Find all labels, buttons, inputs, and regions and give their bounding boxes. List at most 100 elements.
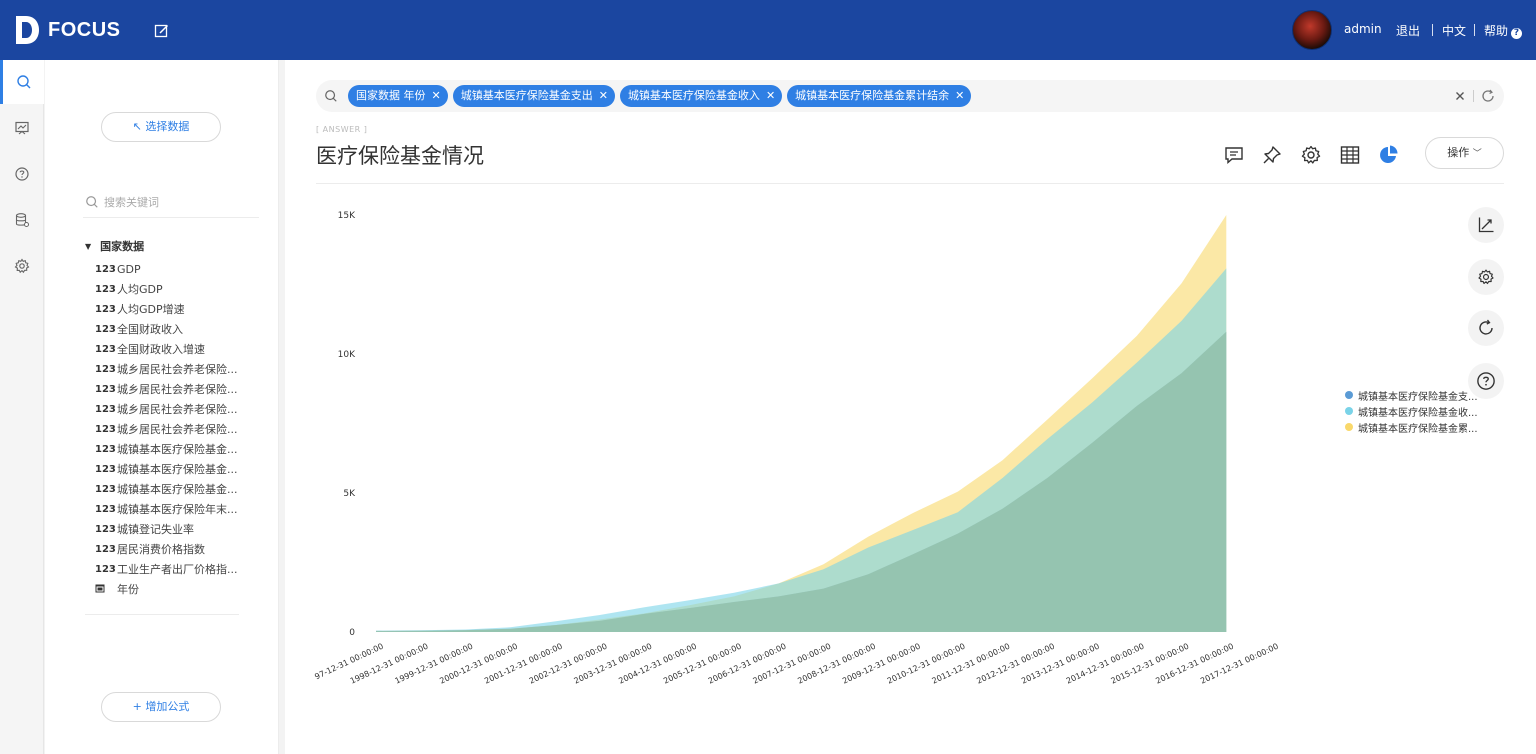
x-tick-label: 2010-12-31 00:00:00 (886, 642, 967, 686)
header-divider (1474, 24, 1475, 36)
x-tick-label: 2000-12-31 00:00:00 (438, 642, 519, 686)
question-icon (1477, 372, 1495, 390)
legend-item[interactable]: 城镇基本医疗保险基金支... (1345, 387, 1478, 403)
field-item-label: 人均GDP (117, 283, 163, 296)
legend-swatch (1345, 391, 1353, 399)
avatar[interactable] (1292, 10, 1332, 50)
help-label: 帮助 (1484, 24, 1509, 38)
pin-icon[interactable] (1261, 144, 1283, 166)
search-chips: 国家数据 年份 ✕ 城镇基本医疗保险基金支出 ✕ 城镇基本医疗保险基金收入 ✕ 城镇基本医疗… (348, 85, 976, 107)
search-icon (325, 90, 337, 102)
app-logo[interactable]: FOCUS (14, 14, 121, 46)
field-item[interactable]: 123 城镇基本医疗保险基金... (95, 439, 275, 459)
x-tick-label: 2008-12-31 00:00:00 (796, 642, 877, 686)
help-icon: ? (1511, 28, 1523, 39)
field-item[interactable]: 123 城镇基本医疗保险年末... (95, 499, 275, 519)
search-chip-label: 城镇基本医疗保险基金收入 (627, 89, 760, 102)
field-item-label: 城乡居民社会养老保险... (117, 383, 238, 396)
chart-legend: 城镇基本医疗保险基金支... 城镇基本医疗保险基金收... 城镇基本医疗保险基金累.… (1345, 387, 1478, 435)
header-divider (1432, 24, 1433, 36)
search-chip[interactable]: 城镇基本医疗保险基金支出 ✕ (452, 85, 615, 107)
nav-data[interactable] (0, 198, 44, 242)
edit-icon[interactable] (154, 23, 170, 39)
field-item[interactable]: 123 人均GDP (95, 279, 275, 299)
user-name[interactable]: admin (1344, 22, 1382, 36)
field-item-label: 全国财政收入 (117, 323, 183, 336)
field-item[interactable]: 123 GDP (95, 259, 275, 279)
search-chip[interactable]: 国家数据 年份 ✕ (348, 85, 448, 107)
field-item[interactable]: 123 工业生产者出厂价格指... (95, 559, 275, 579)
x-tick-label: 2017-12-31 00:00:00 (1199, 642, 1280, 686)
remove-chip-icon[interactable]: ✕ (599, 89, 608, 102)
remove-chip-icon[interactable]: ✕ (766, 89, 775, 102)
nav-dashboard[interactable] (0, 106, 44, 150)
field-item[interactable]: 123 城镇基本医疗保险基金... (95, 459, 275, 479)
add-formula-button[interactable]: + 增加公式 (101, 692, 221, 722)
y-tick-label: 15K (338, 211, 356, 221)
field-item[interactable]: 年份 (95, 579, 275, 599)
field-item-label: GDP (117, 262, 141, 276)
numeric-type-icon: 123 (95, 523, 116, 535)
field-item[interactable]: 123 人均GDP增速 (95, 299, 275, 319)
keyword-search[interactable]: 搜索关键词 (83, 186, 259, 218)
field-item[interactable]: 123 全国财政收入 (95, 319, 275, 339)
field-item[interactable]: 123 城乡居民社会养老保险... (95, 379, 275, 399)
help-link[interactable]: 帮助? (1484, 22, 1523, 39)
tree-root[interactable]: ▼ 国家数据 (85, 238, 144, 254)
tree-root-label: 国家数据 (100, 240, 145, 253)
search-chip[interactable]: 城镇基本医疗保险基金累计结余 ✕ (787, 85, 972, 107)
legend-item[interactable]: 城镇基本医疗保险基金累... (1345, 419, 1478, 435)
select-data-button[interactable]: ↖ 选择数据 (101, 112, 221, 142)
rotate-button[interactable] (1468, 310, 1504, 346)
clear-icon[interactable] (1452, 88, 1468, 104)
remove-chip-icon[interactable]: ✕ (955, 89, 964, 102)
remove-chip-icon[interactable]: ✕ (432, 89, 441, 102)
field-item-label: 城乡居民社会养老保险... (117, 363, 238, 376)
search-bar[interactable]: 国家数据 年份 ✕ 城镇基本医疗保险基金支出 ✕ 城镇基本医疗保险基金收入 ✕ 城镇基本医疗… (316, 80, 1504, 112)
field-item[interactable]: 123 居民消费价格指数 (95, 539, 275, 559)
table-icon[interactable] (1339, 144, 1361, 166)
logo-text: FOCUS (48, 18, 121, 41)
y-tick-label: 5K (343, 489, 356, 499)
numeric-type-icon: 123 (95, 403, 116, 415)
field-item[interactable]: 123 城镇登记失业率 (95, 519, 275, 539)
field-item-label: 城镇基本医疗保险基金... (117, 483, 238, 496)
searchbar-divider (1473, 90, 1474, 102)
y-tick-label: 10K (338, 350, 356, 360)
search-chip-label: 国家数据 年份 (356, 89, 426, 102)
legend-item[interactable]: 城镇基本医疗保险基金收... (1345, 403, 1478, 419)
field-item[interactable]: 123 城乡居民社会养老保险... (95, 359, 275, 379)
field-item-label: 年份 (117, 583, 139, 596)
axis-button[interactable] (1468, 207, 1504, 243)
nav-search[interactable] (0, 60, 44, 104)
nav-settings[interactable] (0, 244, 44, 288)
field-item[interactable]: 123 城乡居民社会养老保险... (95, 419, 275, 439)
x-tick-label: 1998-12-31 00:00:00 (349, 642, 430, 686)
settings-icon[interactable] (1300, 144, 1322, 166)
comment-icon[interactable] (1223, 144, 1245, 166)
data-panel: ↖ 选择数据 搜索关键词 ▼ 国家数据 123 GDP 123 人均GDP 123 人均G… (45, 60, 279, 754)
x-tick-label: 2006-12-31 00:00:00 (707, 642, 788, 686)
numeric-type-icon: 123 (95, 563, 116, 575)
nav-rail (0, 60, 44, 754)
logo-icon (16, 16, 39, 44)
numeric-type-icon: 123 (95, 423, 116, 435)
keyword-search-placeholder: 搜索关键词 (104, 195, 159, 209)
logout-link[interactable]: 退出 (1396, 22, 1420, 39)
pie-chart-icon[interactable] (1378, 144, 1400, 166)
field-item[interactable]: 123 城乡居民社会养老保险... (95, 399, 275, 419)
numeric-type-icon: 123 (95, 383, 116, 395)
chart-settings-button[interactable] (1468, 259, 1504, 295)
chevron-down-icon: ﹀ (1472, 149, 1482, 159)
nav-help[interactable] (0, 152, 44, 196)
language-link[interactable]: 中文 (1442, 22, 1466, 39)
legend-swatch (1345, 423, 1353, 431)
area-chart: 05K10K15K97-12-31 00:00:001998-12-31 00:… (313, 211, 1280, 686)
refresh-icon[interactable] (1480, 88, 1496, 104)
field-item[interactable]: 123 城镇基本医疗保险基金... (95, 479, 275, 499)
x-tick-label: 2004-12-31 00:00:00 (617, 642, 698, 686)
operations-dropdown[interactable]: 操作 ﹀ (1425, 137, 1504, 169)
numeric-type-icon: 123 (95, 263, 116, 275)
field-item[interactable]: 123 全国财政收入增速 (95, 339, 275, 359)
search-chip[interactable]: 城镇基本医疗保险基金收入 ✕ (619, 85, 783, 107)
